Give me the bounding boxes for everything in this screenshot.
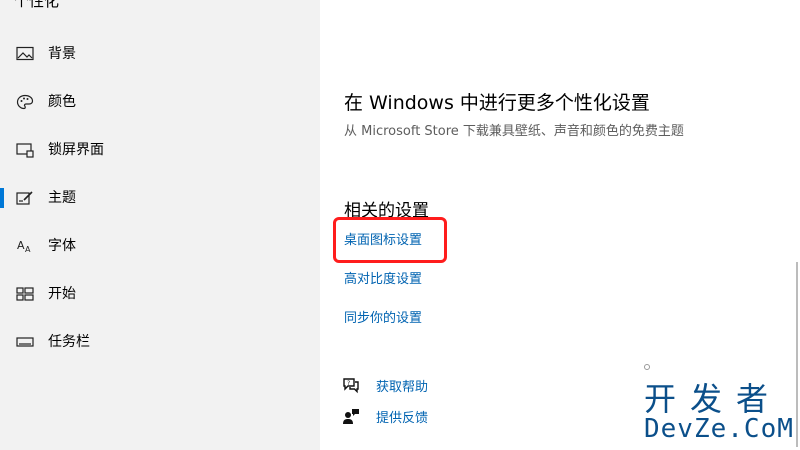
sidebar-item-fonts[interactable]: AA 字体 (0, 226, 320, 266)
sync-settings-link[interactable]: 同步你的设置 (344, 310, 422, 328)
svg-text:A: A (17, 239, 25, 252)
svg-text:?: ? (347, 380, 350, 387)
section-title-more-personalization: 在 Windows 中进行更多个性化设置 (344, 92, 650, 114)
sidebar-item-label: 颜色 (48, 94, 76, 110)
font-icon: AA (16, 238, 34, 254)
settings-sidebar: 个性化 背景 颜色 锁屏界面 主题 AA 字体 开始 任务栏 (0, 0, 320, 450)
image-icon (16, 46, 34, 62)
cursor-dot (644, 364, 650, 370)
devze-watermark: 开发者 DevZe.CoM (644, 382, 794, 442)
watermark-cn-text: 开发者 (644, 380, 783, 418)
give-feedback-label: 提供反馈 (376, 410, 429, 426)
give-feedback-link[interactable]: 提供反馈 (342, 405, 428, 427)
sidebar-item-themes[interactable]: 主题 (0, 178, 320, 218)
sidebar-item-label: 背景 (48, 46, 76, 62)
help-chat-icon: ? (342, 376, 360, 394)
sidebar-item-label: 任务栏 (48, 334, 90, 350)
start-icon (16, 286, 34, 302)
taskbar-icon (16, 334, 34, 350)
sidebar-header: 个性化 (14, 0, 60, 10)
selected-indicator (0, 188, 4, 208)
highlight-annotation-box (333, 217, 447, 263)
sidebar-item-taskbar[interactable]: 任务栏 (0, 322, 320, 362)
sidebar-item-background[interactable]: 背景 (0, 34, 320, 74)
lock-screen-icon (16, 142, 34, 158)
sidebar-item-label: 开始 (48, 286, 76, 302)
sidebar-item-label: 锁屏界面 (48, 142, 104, 158)
sidebar-item-start[interactable]: 开始 (0, 274, 320, 314)
sidebar-item-lock-screen[interactable]: 锁屏界面 (0, 130, 320, 170)
store-themes-description: 从 Microsoft Store 下载兼具壁纸、声音和颜色的免费主题 (344, 124, 684, 139)
get-help-label: 获取帮助 (376, 379, 429, 395)
sidebar-item-label: 主题 (48, 190, 76, 206)
sidebar-item-label: 字体 (48, 238, 76, 254)
svg-text:A: A (25, 245, 31, 254)
watermark-en-text: DevZe.CoM (644, 414, 794, 444)
palette-icon (16, 94, 34, 110)
sidebar-item-colors[interactable]: 颜色 (0, 82, 320, 122)
feedback-person-icon (342, 407, 360, 425)
high-contrast-settings-link[interactable]: 高对比度设置 (344, 271, 422, 289)
vertical-scrollbar[interactable] (796, 262, 798, 447)
theme-icon (16, 190, 34, 206)
get-help-link[interactable]: ? 获取帮助 (342, 374, 428, 396)
